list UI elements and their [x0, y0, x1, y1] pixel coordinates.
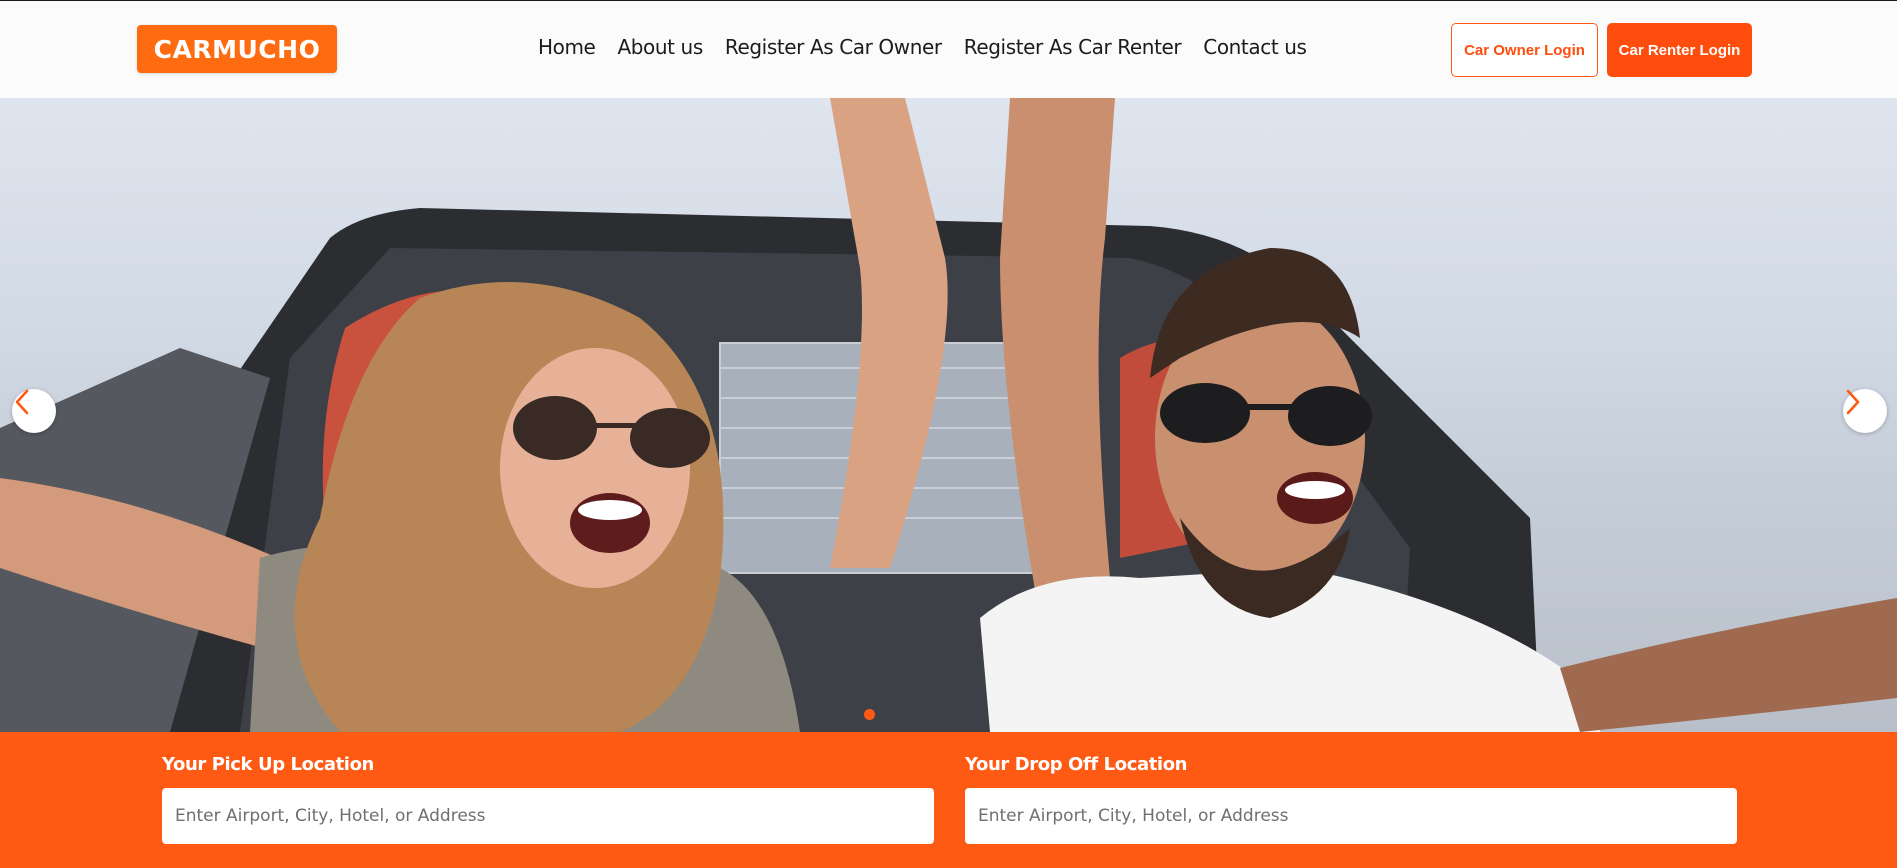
dropoff-location-label: Your Drop Off Location	[965, 754, 1188, 775]
carousel-prev-button[interactable]	[12, 389, 56, 433]
pickup-location-input[interactable]	[162, 788, 934, 844]
nav-item-register-renter[interactable]: Register As Car Renter	[964, 35, 1182, 59]
car-renter-login-button[interactable]: Car Renter Login	[1607, 23, 1752, 77]
man-right-arm	[1560, 598, 1897, 732]
page: CARMUCHO Home About us Register As Car O…	[0, 0, 1897, 868]
nav-item-contact[interactable]: Contact us	[1203, 35, 1307, 59]
location-search-panel: Your Pick Up Location Your Drop Off Loca…	[0, 732, 1897, 868]
carousel-next-button[interactable]	[1843, 389, 1887, 433]
chevron-right-icon	[1846, 389, 1860, 415]
nav-item-about[interactable]: About us	[617, 35, 703, 59]
nav-item-register-owner[interactable]: Register As Car Owner	[725, 35, 942, 59]
dropoff-location-input[interactable]	[965, 788, 1737, 844]
nav-item-home[interactable]: Home	[538, 35, 596, 59]
chevron-left-icon	[15, 389, 29, 415]
woman-face	[500, 348, 690, 588]
site-header: CARMUCHO Home About us Register As Car O…	[0, 1, 1897, 98]
hero-carousel	[0, 98, 1897, 732]
brand-logo[interactable]: CARMUCHO	[137, 25, 337, 73]
hero-photo	[0, 98, 1897, 732]
carousel-indicator-active[interactable]	[864, 709, 875, 720]
main-nav: Home About us Register As Car Owner Regi…	[538, 35, 1307, 59]
car-owner-login-button[interactable]: Car Owner Login	[1451, 23, 1598, 77]
pickup-location-label: Your Pick Up Location	[162, 754, 374, 775]
